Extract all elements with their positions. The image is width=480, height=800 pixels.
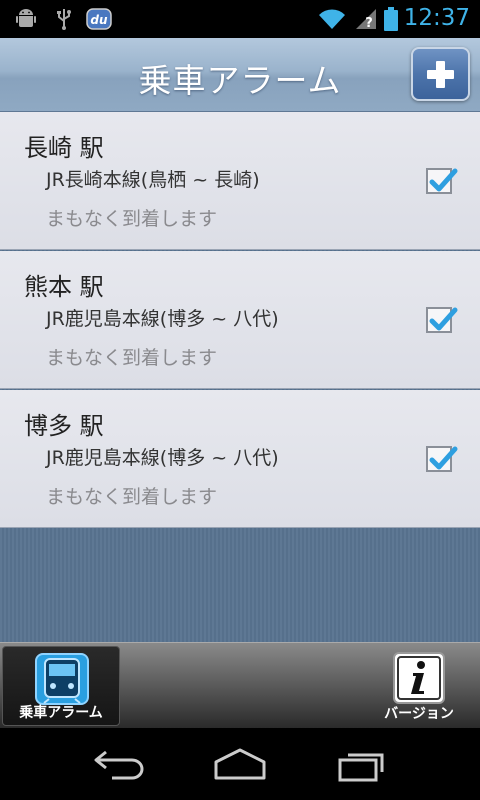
title-bar: 乗車アラーム	[0, 38, 480, 112]
station-name: 熊本 駅	[24, 273, 104, 301]
du-app-icon: du	[86, 8, 112, 30]
battery-icon	[384, 7, 398, 31]
usb-icon	[57, 9, 71, 30]
home-icon[interactable]	[212, 746, 268, 782]
tab-bar: 乗車アラーム バージョン	[0, 642, 480, 728]
station-name: 長崎 駅	[24, 134, 104, 162]
svg-text:du: du	[90, 13, 108, 27]
train-icon	[35, 653, 89, 705]
checkmark-icon	[429, 168, 458, 192]
wifi-icon	[319, 9, 345, 29]
alarm-enabled-checkbox[interactable]	[426, 168, 458, 194]
info-icon	[393, 652, 445, 704]
svg-text:?: ?	[365, 16, 373, 31]
navigation-bar	[0, 728, 480, 800]
tab-alarm-label: 乗車アラーム	[19, 705, 103, 721]
android-debug-icon	[16, 9, 36, 27]
checkmark-icon	[429, 307, 458, 331]
status-bar: du ? 12:37	[0, 0, 480, 38]
tab-version[interactable]: バージョン	[370, 646, 468, 726]
add-alarm-button[interactable]	[411, 47, 470, 101]
clock: 12:37	[403, 5, 470, 31]
page-title: 乗車アラーム	[138, 61, 342, 100]
alarm-enabled-checkbox[interactable]	[426, 446, 458, 472]
arrival-status: まもなく到着します	[46, 486, 218, 508]
back-icon[interactable]	[92, 746, 148, 782]
list-item[interactable]: 博多 駅 JR鹿児島本線(博多 ~ 八代) まもなく到着します	[0, 390, 480, 528]
line-name: JR鹿児島本線(博多 ~ 八代)	[46, 447, 279, 469]
alarm-list: 長崎 駅 JR長崎本線(鳥栖 ~ 長崎) まもなく到着します 熊本 駅 JR鹿児…	[0, 112, 480, 642]
signal-unknown-icon: ?	[356, 9, 376, 31]
alarm-enabled-checkbox[interactable]	[426, 307, 458, 333]
checkmark-icon	[429, 446, 458, 470]
screen: du ? 12:37 乗車アラーム 長崎 駅 JR長崎本線(鳥栖 ~ 長崎) ま…	[0, 0, 480, 800]
list-item[interactable]: 熊本 駅 JR鹿児島本線(博多 ~ 八代) まもなく到着します	[0, 251, 480, 389]
line-name: JR長崎本線(鳥栖 ~ 長崎)	[46, 169, 260, 191]
arrival-status: まもなく到着します	[46, 208, 218, 230]
station-name: 博多 駅	[24, 412, 104, 440]
list-item[interactable]: 長崎 駅 JR長崎本線(鳥栖 ~ 長崎) まもなく到着します	[0, 112, 480, 250]
tab-version-label: バージョン	[384, 706, 454, 722]
plus-icon	[427, 61, 454, 88]
arrival-status: まもなく到着します	[46, 347, 218, 369]
tab-alarm[interactable]: 乗車アラーム	[2, 646, 120, 726]
recent-apps-icon[interactable]	[336, 746, 392, 782]
line-name: JR鹿児島本線(博多 ~ 八代)	[46, 308, 279, 330]
